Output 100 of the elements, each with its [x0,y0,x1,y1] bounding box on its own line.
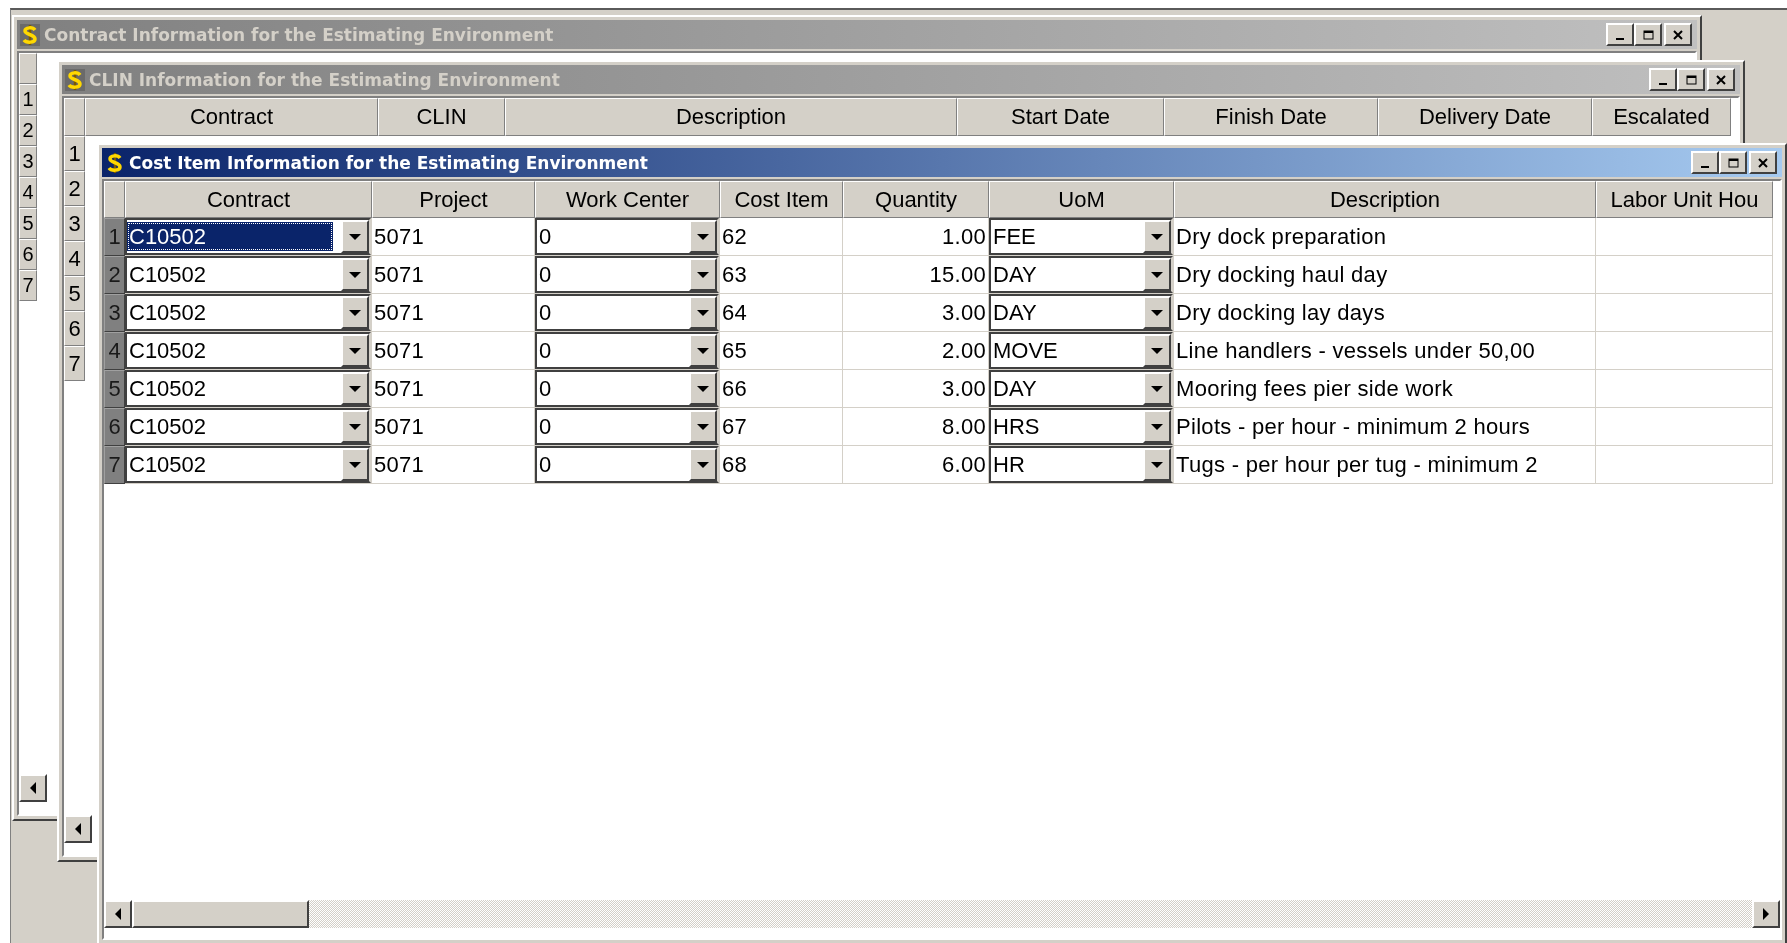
column-header[interactable]: Escalated [1592,98,1731,136]
row-header[interactable]: 5 [104,370,125,408]
dropdown-field[interactable]: C10502 [125,370,371,407]
maximize-button[interactable] [1634,23,1662,46]
dropdown-button[interactable] [689,410,717,443]
row-header[interactable]: 3 [104,294,125,332]
row-header[interactable]: 5 [64,276,85,311]
scroll-right-button[interactable] [1752,900,1780,928]
column-header[interactable]: Description [505,98,957,136]
dropdown-field[interactable]: DAY [989,256,1173,293]
row-header[interactable]: 1 [19,84,37,115]
column-header[interactable]: UoM [989,181,1174,218]
dropdown-field[interactable]: MOVE [989,332,1173,369]
close-button[interactable] [1707,68,1735,91]
column-header[interactable]: Contract [125,181,372,218]
row-header[interactable]: 3 [19,146,37,177]
scroll-left-button[interactable] [104,900,132,928]
column-header[interactable]: Contract [85,98,378,136]
maximize-icon [1642,29,1654,40]
dropdown-field[interactable]: HRS [989,408,1173,445]
dropdown-field[interactable]: C10502 [125,408,371,445]
dropdown-field[interactable]: HR [989,446,1173,483]
dropdown-field[interactable]: DAY [989,294,1173,331]
row-header[interactable]: 2 [19,115,37,146]
dropdown-field[interactable]: 0 [535,332,719,369]
column-header[interactable]: Start Date [957,98,1164,136]
row-header[interactable]: 1 [104,218,125,256]
dropdown-button[interactable] [341,296,369,329]
row-header[interactable]: 6 [19,239,37,270]
column-header[interactable]: Finish Date [1164,98,1378,136]
window-title: CLIN Information for the Estimating Environment [89,69,561,90]
dropdown-button[interactable] [1143,334,1171,367]
dropdown-button[interactable] [689,258,717,291]
row-header[interactable]: 6 [64,311,85,346]
dropdown-button[interactable] [1143,372,1171,405]
column-header[interactable]: CLIN [378,98,505,136]
row-header[interactable]: 2 [104,256,125,294]
table-cell: 66 [720,370,843,408]
close-button[interactable] [1664,23,1692,46]
column-header[interactable]: Labor Unit Hou [1596,181,1773,218]
window-title: Contract Information for the Estimating Environment [44,24,555,45]
dropdown-field[interactable]: DAY [989,370,1173,407]
minimize-button[interactable] [1649,68,1677,91]
dropdown-button[interactable] [1143,296,1171,329]
column-header[interactable]: Quantity [843,181,989,218]
table-cell: Line handlers - vessels under 50,00 [1174,332,1596,370]
close-button[interactable] [1749,151,1777,174]
row-header[interactable]: 5 [19,208,37,239]
dropdown-button[interactable] [341,334,369,367]
scroll-left-button[interactable] [64,815,92,843]
dropdown-button[interactable] [689,220,717,253]
dropdown-field[interactable]: 0 [535,294,719,331]
column-header[interactable]: Project [372,181,535,218]
table-cell: 65 [720,332,843,370]
row-header[interactable]: 1 [64,136,85,171]
maximize-button[interactable] [1719,151,1747,174]
row-header[interactable]: 4 [19,177,37,208]
dropdown-button[interactable] [341,448,369,481]
dropdown-button[interactable] [1143,220,1171,253]
dropdown-button[interactable] [1143,410,1171,443]
dropdown-button[interactable] [341,410,369,443]
dropdown-field[interactable]: FEE [989,218,1173,255]
dropdown-field[interactable]: C10502 [125,218,371,255]
dropdown-button[interactable] [689,448,717,481]
scroll-left-button[interactable] [19,774,47,802]
column-header[interactable]: Delivery Date [1378,98,1592,136]
dropdown-field[interactable]: 0 [535,408,719,445]
row-header[interactable]: 3 [64,206,85,241]
dropdown-field[interactable]: 0 [535,256,719,293]
row-header[interactable]: 4 [104,332,125,370]
dropdown-field[interactable]: C10502 [125,446,371,483]
column-header[interactable]: Work Center [535,181,720,218]
dropdown-button[interactable] [1143,448,1171,481]
column-header[interactable]: Cost Item [720,181,843,218]
dropdown-button[interactable] [341,372,369,405]
dropdown-button[interactable] [689,334,717,367]
dropdown-button[interactable] [689,372,717,405]
dropdown-field[interactable]: 0 [535,446,719,483]
dropdown-field[interactable]: C10502 [125,332,371,369]
row-header[interactable]: 7 [64,346,85,381]
minimize-button[interactable] [1606,23,1634,46]
row-header[interactable]: 7 [104,446,125,484]
close-icon [1673,29,1683,40]
row-header[interactable]: 2 [64,171,85,206]
dropdown-button[interactable] [341,220,369,253]
row-header[interactable]: 6 [104,408,125,446]
dropdown-field[interactable]: C10502 [125,294,371,331]
dropdown-field[interactable]: C10502 [125,256,371,293]
scrollbar-thumb[interactable] [132,900,309,928]
dropdown-button[interactable] [1143,258,1171,291]
minimize-button[interactable] [1691,151,1719,174]
dropdown-field[interactable]: 0 [535,218,719,255]
dropdown-button[interactable] [689,296,717,329]
row-header[interactable]: 7 [19,270,37,301]
row-header[interactable]: 4 [64,241,85,276]
maximize-button[interactable] [1677,68,1705,91]
column-header[interactable]: Description [1174,181,1596,218]
dropdown-button[interactable] [341,258,369,291]
window-title: Cost Item Information for the Estimating Environment [129,152,649,173]
dropdown-field[interactable]: 0 [535,370,719,407]
